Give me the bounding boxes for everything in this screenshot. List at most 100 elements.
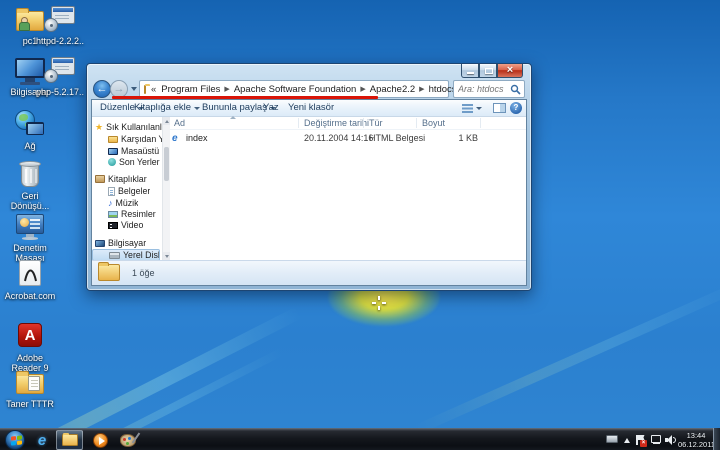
column-headers: Ad Değiştirme tarihi Tür Boyut	[170, 117, 526, 130]
network-status-icon[interactable]	[651, 435, 662, 444]
folder-icon	[144, 85, 146, 94]
sort-ascending-icon	[230, 116, 236, 119]
show-desktop-button[interactable]	[713, 428, 720, 450]
recycle-bin-icon	[21, 164, 39, 187]
desktop-icon-label: php-5.2.17..	[32, 88, 88, 98]
status-bar: 1 öğe	[92, 260, 526, 285]
desktop-icon-httpd-installer[interactable]: httpd-2.2.2..	[32, 5, 88, 47]
sidebar-item-video[interactable]: Video	[92, 219, 162, 231]
desktop-icon-acrobat-com[interactable]: Acrobat.com	[2, 260, 58, 302]
sidebar-item-downloads[interactable]: Karşıdan Yüklem	[92, 133, 162, 145]
navigation-pane: Sık Kullanılanlar Karşıdan Yüklem Masaüs…	[92, 117, 162, 260]
taskbar-media-player-button[interactable]	[88, 431, 112, 449]
column-header-date[interactable]: Değiştirme tarihi	[304, 117, 369, 130]
desktop-icon-taner-folder[interactable]: Taner TTTR	[2, 368, 58, 410]
computer-icon	[95, 240, 105, 247]
taskbar-explorer-button-active[interactable]	[56, 430, 83, 450]
scrollbar-thumb[interactable]	[164, 147, 169, 181]
acrobat-com-icon	[19, 260, 41, 286]
desktop-icon-recycle-bin[interactable]: Geri Dönüşü...	[2, 160, 58, 211]
sidebar-item-libraries[interactable]: Kitaplıklar	[92, 173, 162, 185]
clock-time: 13:44	[678, 431, 714, 440]
action-center-alert-badge: ×	[640, 440, 647, 447]
sidebar-item-local-disk-c[interactable]: Yerel Disk (C:)	[92, 249, 160, 260]
taskbar-internet-explorer-button[interactable]: e	[30, 431, 54, 449]
chevron-down-icon	[476, 107, 482, 110]
help-button[interactable]: ?	[510, 102, 522, 114]
taskbar: e × 13:44 06.12.2011	[0, 428, 720, 450]
star-icon	[95, 123, 103, 132]
document-icon	[108, 187, 115, 196]
views-icon	[462, 104, 473, 113]
keyboard-language-icon[interactable]	[606, 435, 618, 443]
change-view-button[interactable]	[462, 103, 484, 114]
desktop-icon-label: Taner TTTR	[2, 400, 58, 410]
column-header-name[interactable]: Ad	[174, 117, 185, 130]
burn-button[interactable]: Yaz	[259, 100, 283, 116]
minimize-button[interactable]	[461, 64, 479, 78]
desktop-icon	[108, 148, 118, 155]
search-input[interactable]	[454, 84, 510, 94]
paint-palette-icon	[120, 434, 136, 447]
annotation-underline	[112, 96, 378, 99]
desktop-icon-label: Ağ	[2, 142, 58, 152]
column-header-size[interactable]: Boyut	[422, 117, 445, 130]
search-box[interactable]	[453, 80, 525, 98]
adobe-reader-icon: A	[18, 323, 42, 347]
windows-flag-icon	[11, 435, 22, 446]
taskbar-clock[interactable]: 13:44 06.12.2011	[678, 431, 714, 449]
taskbar-paint-button[interactable]	[116, 431, 140, 449]
mouse-cursor	[372, 296, 386, 310]
new-folder-button[interactable]: Yeni klasör	[284, 100, 338, 116]
breadcrumb-segment[interactable]: Apache Software Foundation	[231, 84, 360, 95]
breadcrumb-segment[interactable]: Apache2.2	[367, 84, 418, 95]
file-date: 20.11.2004 14:16	[304, 132, 373, 145]
desktop-icon-adobe-reader[interactable]: A Adobe Reader 9	[2, 322, 58, 373]
file-type: HTML Belgesi	[369, 132, 425, 145]
desktop-icon-php-installer[interactable]: php-5.2.17..	[32, 56, 88, 98]
breadcrumb-overflow-chevron[interactable]: «	[151, 84, 156, 95]
search-icon[interactable]	[510, 84, 521, 95]
sidebar-item-recent-places[interactable]: Son Yerler	[92, 156, 162, 168]
navigation-scrollbar[interactable]	[162, 117, 170, 260]
music-note-icon	[108, 199, 113, 208]
film-icon	[108, 222, 118, 229]
sidebar-item-documents[interactable]: Belgeler	[92, 185, 162, 197]
libraries-icon	[95, 175, 105, 183]
desktop-icon-label: Acrobat.com	[2, 292, 58, 302]
file-list: e index 20.11.2004 14:16 HTML Belgesi 1 …	[170, 130, 526, 260]
item-count: 1 öğe	[132, 268, 155, 278]
recent-places-icon	[108, 158, 116, 166]
breadcrumb-separator-icon: ▶	[418, 85, 425, 93]
desktop-icon-label: httpd-2.2.2..	[32, 37, 88, 47]
close-button[interactable]	[497, 64, 523, 78]
desktop-icon-label: Geri Dönüşü...	[2, 192, 58, 211]
media-player-icon	[93, 433, 108, 448]
breadcrumb-separator-icon: ▶	[359, 85, 366, 93]
scroll-down-icon[interactable]	[163, 252, 170, 260]
breadcrumb-segment[interactable]: Program Files	[158, 84, 223, 95]
file-row-index[interactable]: e index 20.11.2004 14:16 HTML Belgesi 1 …	[170, 132, 522, 145]
recent-pages-dropdown-icon[interactable]	[131, 87, 137, 91]
include-in-library-button[interactable]: Kitaplığa ekle	[130, 100, 204, 116]
show-hidden-icons-icon[interactable]	[624, 438, 630, 443]
column-header-type[interactable]: Tür	[369, 117, 383, 130]
folder-icon	[62, 434, 78, 446]
folder-icon	[98, 264, 120, 281]
preview-pane-button[interactable]	[493, 103, 506, 113]
internet-explorer-icon: e	[38, 432, 46, 449]
file-name: index	[186, 132, 208, 145]
sidebar-item-favorites[interactable]: Sık Kullanılanlar	[92, 121, 162, 133]
control-panel-icon	[16, 214, 44, 234]
sidebar-item-computer[interactable]: Bilgisayar	[92, 237, 162, 249]
html-file-icon: e	[172, 132, 178, 145]
desktop-icon-network[interactable]: Ağ	[2, 110, 58, 152]
disk-drive-icon	[109, 252, 120, 259]
desktop-icon-control-panel[interactable]: Denetim Masası	[2, 212, 58, 263]
volume-icon[interactable]	[665, 435, 676, 445]
back-button[interactable]: ←	[93, 80, 111, 98]
maximize-button[interactable]	[479, 64, 497, 78]
file-size: 1 KB	[422, 132, 478, 145]
scroll-up-icon[interactable]	[163, 117, 170, 125]
start-button[interactable]	[5, 430, 25, 450]
